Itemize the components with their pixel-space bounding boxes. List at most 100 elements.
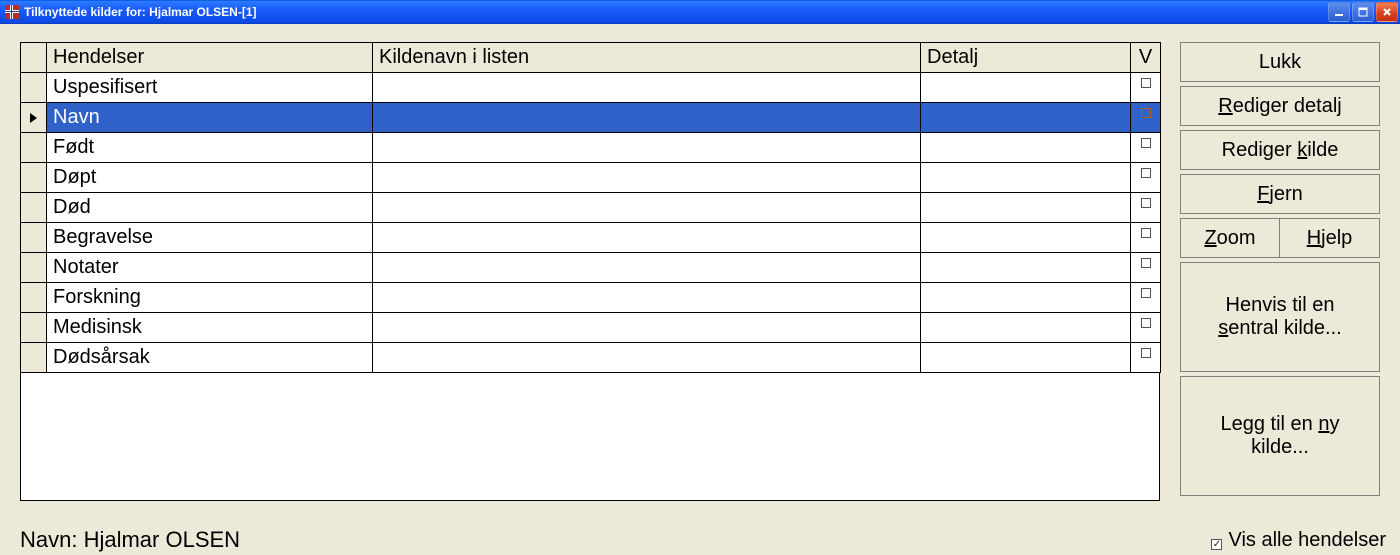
row-indicator bbox=[21, 343, 47, 373]
table-row[interactable]: Døpt bbox=[21, 163, 1161, 193]
row-indicator bbox=[21, 283, 47, 313]
show-all-label: Vis alle hendelser bbox=[1228, 529, 1386, 552]
grid-blank-area bbox=[20, 373, 1160, 501]
cell-source[interactable] bbox=[373, 133, 921, 163]
col-header-detail[interactable]: Detalj bbox=[921, 43, 1131, 73]
cell-event[interactable]: Død bbox=[47, 193, 373, 223]
cell-detail[interactable] bbox=[921, 313, 1131, 343]
cell-detail[interactable] bbox=[921, 193, 1131, 223]
col-header-event[interactable]: Hendelser bbox=[47, 43, 373, 73]
refer-central-label: Henvis til en sentral kilde... bbox=[1218, 294, 1341, 340]
zoom-label: Zoom bbox=[1204, 227, 1255, 250]
edit-detail-button[interactable]: Rediger detalj bbox=[1180, 86, 1380, 126]
cell-detail[interactable] bbox=[921, 73, 1131, 103]
table-row[interactable]: Medisinsk bbox=[21, 313, 1161, 343]
window-buttons bbox=[1328, 0, 1400, 24]
table-row[interactable]: Uspesifisert bbox=[21, 73, 1161, 103]
cell-event[interactable]: Medisinsk bbox=[47, 313, 373, 343]
cell-event[interactable]: Dødsårsak bbox=[47, 343, 373, 373]
titlebar: Tilknyttede kilder for: Hjalmar OLSEN-[1… bbox=[0, 0, 1400, 24]
cell-v[interactable] bbox=[1131, 283, 1161, 313]
cell-source[interactable] bbox=[373, 343, 921, 373]
cell-source[interactable] bbox=[373, 193, 921, 223]
table-row[interactable]: Dødsårsak bbox=[21, 343, 1161, 373]
table-row[interactable]: Død bbox=[21, 193, 1161, 223]
cell-event[interactable]: Forskning bbox=[47, 283, 373, 313]
cell-source[interactable] bbox=[373, 253, 921, 283]
checkbox-icon: ✓ bbox=[1211, 539, 1222, 550]
cell-v[interactable] bbox=[1131, 313, 1161, 343]
cell-event[interactable]: Begravelse bbox=[47, 223, 373, 253]
checkbox-icon bbox=[1141, 348, 1151, 358]
cell-source[interactable] bbox=[373, 73, 921, 103]
maximize-button[interactable] bbox=[1352, 2, 1374, 22]
checkbox-icon bbox=[1141, 258, 1151, 268]
checkbox-icon bbox=[1141, 288, 1151, 298]
cell-v[interactable] bbox=[1131, 133, 1161, 163]
cell-source[interactable] bbox=[373, 313, 921, 343]
table-row[interactable]: Født bbox=[21, 133, 1161, 163]
cell-detail[interactable] bbox=[921, 343, 1131, 373]
remove-button[interactable]: Fjern bbox=[1180, 174, 1380, 214]
help-button[interactable]: Hjelp bbox=[1280, 218, 1380, 258]
add-new-label: Legg til en ny kilde... bbox=[1221, 413, 1340, 459]
table-row[interactable]: Forskning bbox=[21, 283, 1161, 313]
cell-detail[interactable] bbox=[921, 283, 1131, 313]
checkbox-icon bbox=[1141, 318, 1151, 328]
cell-detail[interactable] bbox=[921, 133, 1131, 163]
zoom-button[interactable]: Zoom bbox=[1180, 218, 1280, 258]
cell-v[interactable] bbox=[1131, 343, 1161, 373]
remove-label: Fjern bbox=[1257, 183, 1303, 206]
cell-v[interactable] bbox=[1131, 193, 1161, 223]
checkbox-icon bbox=[1141, 78, 1151, 88]
table-row[interactable]: Navn bbox=[21, 103, 1161, 133]
cell-source[interactable] bbox=[373, 163, 921, 193]
checkbox-icon bbox=[1141, 228, 1151, 238]
refer-central-source-button[interactable]: Henvis til en sentral kilde... bbox=[1180, 262, 1380, 372]
cell-v[interactable] bbox=[1131, 253, 1161, 283]
table-row[interactable]: Notater bbox=[21, 253, 1161, 283]
cell-event[interactable]: Notater bbox=[47, 253, 373, 283]
window-title: Tilknyttede kilder for: Hjalmar OLSEN-[1… bbox=[24, 5, 257, 19]
cell-detail[interactable] bbox=[921, 223, 1131, 253]
row-indicator bbox=[21, 313, 47, 343]
cell-v[interactable] bbox=[1131, 223, 1161, 253]
cell-detail[interactable] bbox=[921, 163, 1131, 193]
row-indicator bbox=[21, 193, 47, 223]
edit-source-label: Rediger kilde bbox=[1222, 139, 1339, 162]
show-all-events-check[interactable]: ✓ Vis alle hendelser bbox=[1211, 529, 1386, 552]
row-indicator bbox=[21, 133, 47, 163]
table-row[interactable]: Begravelse bbox=[21, 223, 1161, 253]
close-dialog-button[interactable]: Lukk bbox=[1180, 42, 1380, 82]
cell-v[interactable] bbox=[1131, 103, 1161, 133]
col-header-v[interactable]: V bbox=[1131, 43, 1161, 73]
col-header-source[interactable]: Kildenavn i listen bbox=[373, 43, 921, 73]
checkbox-icon bbox=[1141, 108, 1151, 118]
row-indicator bbox=[21, 223, 47, 253]
cell-v[interactable] bbox=[1131, 73, 1161, 103]
cell-v[interactable] bbox=[1131, 163, 1161, 193]
edit-source-button[interactable]: Rediger kilde bbox=[1180, 130, 1380, 170]
checkbox-icon bbox=[1141, 138, 1151, 148]
checkbox-icon bbox=[1141, 198, 1151, 208]
cell-source[interactable] bbox=[373, 103, 921, 133]
cell-detail[interactable] bbox=[921, 253, 1131, 283]
edit-detail-label: Rediger detalj bbox=[1218, 95, 1341, 118]
minimize-button[interactable] bbox=[1328, 2, 1350, 22]
close-button[interactable] bbox=[1376, 2, 1398, 22]
cell-source[interactable] bbox=[373, 223, 921, 253]
cell-detail[interactable] bbox=[921, 103, 1131, 133]
help-label: Hjelp bbox=[1307, 227, 1353, 250]
cell-event[interactable]: Uspesifisert bbox=[47, 73, 373, 103]
row-indicator bbox=[21, 103, 47, 133]
cell-event[interactable]: Navn bbox=[47, 103, 373, 133]
cell-source[interactable] bbox=[373, 283, 921, 313]
app-icon bbox=[4, 4, 20, 20]
row-indicator bbox=[21, 253, 47, 283]
sources-grid[interactable]: Hendelser Kildenavn i listen Detalj V Us… bbox=[20, 42, 1160, 501]
close-dialog-label: Lukk bbox=[1259, 51, 1301, 74]
add-new-source-button[interactable]: Legg til en ny kilde... bbox=[1180, 376, 1380, 496]
cell-event[interactable]: Døpt bbox=[47, 163, 373, 193]
grid-header-row: Hendelser Kildenavn i listen Detalj V bbox=[21, 43, 1161, 73]
cell-event[interactable]: Født bbox=[47, 133, 373, 163]
